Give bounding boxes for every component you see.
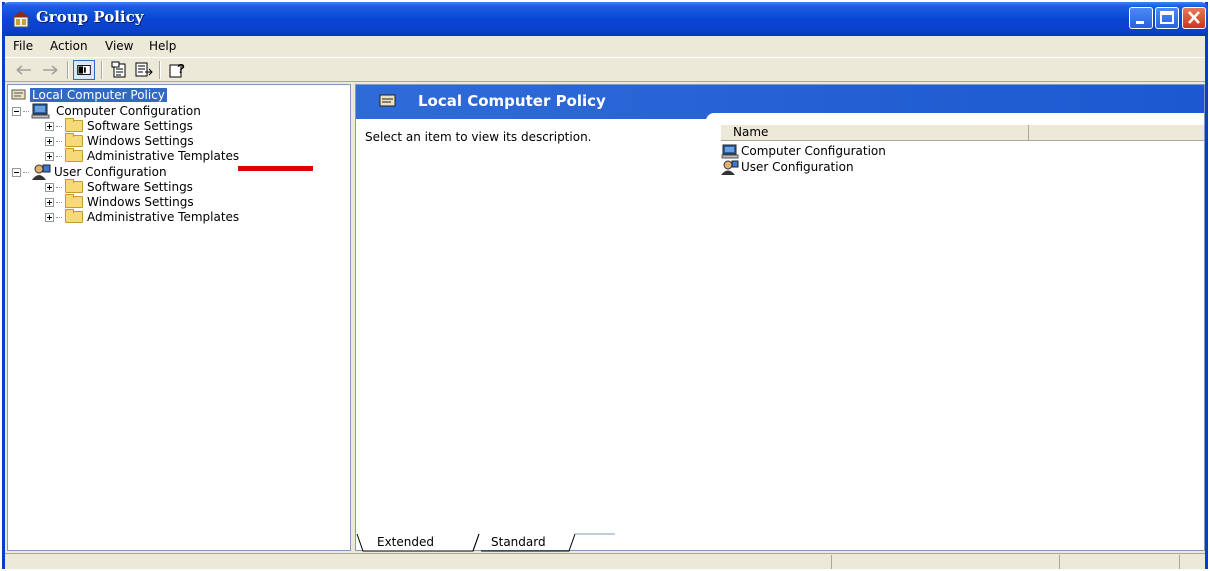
minimize-icon [1136, 21, 1144, 24]
minimize-button[interactable] [1129, 7, 1153, 29]
maximize-button[interactable] [1155, 7, 1179, 29]
status-segment [1059, 555, 1179, 569]
window-title: Group Policy [36, 8, 144, 26]
expand-toggle[interactable] [45, 121, 54, 131]
tree-item-windows-settings[interactable]: Windows Settings [45, 194, 194, 210]
tree-label-windows-settings: Windows Settings [87, 134, 194, 148]
folder-icon [65, 148, 83, 162]
tree-label-computer-configuration: Computer Configuration [56, 104, 201, 118]
list-item-label: User Configuration [741, 160, 854, 174]
tree-root-label: Local Computer Policy [30, 88, 167, 102]
expand-toggle[interactable] [45, 182, 54, 192]
list-item-label: Computer Configuration [741, 144, 886, 158]
tree-label-administrative-templates: Administrative Templates [87, 149, 240, 163]
column-header-name[interactable]: Name [721, 125, 1029, 141]
expand-toggle[interactable] [45, 197, 54, 207]
folder-icon [65, 179, 83, 193]
maximize-icon [1160, 11, 1174, 24]
tab-extended[interactable]: Extended [377, 533, 434, 552]
toolbar-separator [159, 61, 161, 79]
help-icon[interactable]: ? [167, 60, 189, 80]
policy-scroll-icon [11, 89, 26, 100]
back-arrow-icon[interactable] [13, 60, 35, 80]
computer-icon [31, 103, 50, 119]
toolbar-separator [67, 61, 69, 79]
title-bar[interactable]: Group Policy [2, 2, 1208, 36]
status-bar [5, 553, 1205, 569]
list-column-header: Name [721, 125, 1204, 141]
toolbar: ? [5, 57, 1205, 82]
tree-item-software-settings[interactable]: Software Settings [45, 118, 193, 134]
list-item-computer-configuration[interactable]: Computer Configuration [721, 143, 886, 159]
expand-toggle[interactable] [45, 136, 54, 146]
tree-item-administrative-templates[interactable]: Administrative Templates [45, 209, 239, 225]
tree-item-user-configuration[interactable]: User Configuration [12, 164, 167, 180]
folder-icon [65, 133, 83, 147]
tree-label-user-configuration: User Configuration [54, 165, 167, 179]
folder-icon [65, 118, 83, 132]
status-segment [1179, 555, 1205, 569]
close-button[interactable] [1182, 7, 1206, 29]
collapse-toggle[interactable] [12, 106, 21, 116]
folder-icon [65, 194, 83, 208]
menu-file[interactable]: File [13, 39, 33, 53]
group-policy-app-icon [13, 11, 29, 28]
annotation-red-mark [238, 166, 313, 171]
menu-action[interactable]: Action [50, 39, 88, 53]
tree-label-software-settings: Software Settings [87, 180, 193, 194]
user-icon [32, 164, 51, 180]
computer-icon [721, 144, 739, 158]
svg-text:?: ? [177, 61, 185, 76]
expand-toggle[interactable] [45, 212, 54, 222]
toolbar-separator [101, 61, 103, 79]
status-segment [831, 555, 1059, 569]
tree-item-windows-settings[interactable]: Windows Settings [45, 133, 194, 149]
column-header-blank[interactable] [1029, 125, 1204, 141]
menu-view[interactable]: View [105, 39, 133, 53]
tree-label-windows-settings: Windows Settings [87, 195, 194, 209]
menu-help[interactable]: Help [149, 39, 176, 53]
tree-label-software-settings: Software Settings [87, 119, 193, 133]
close-icon [1188, 11, 1200, 24]
tree-item-computer-configuration[interactable]: Computer Configuration [12, 103, 201, 119]
tab-standard[interactable]: Standard [491, 533, 546, 552]
forward-arrow-icon[interactable] [39, 60, 61, 80]
details-pane: Local Computer Policy Select an item to … [355, 84, 1205, 551]
properties-icon[interactable] [109, 60, 131, 80]
tree-item-administrative-templates[interactable]: Administrative Templates [45, 148, 239, 164]
tree-item-software-settings[interactable]: Software Settings [45, 179, 193, 195]
policy-scroll-icon [379, 94, 396, 107]
user-icon [721, 160, 739, 175]
collapse-toggle[interactable] [12, 167, 21, 177]
group-policy-window: Group Policy File Action View Help ? Loc… [2, 2, 1208, 569]
show-hide-tree-icon[interactable] [73, 60, 95, 80]
description-text: Select an item to view its description. [365, 130, 592, 144]
folder-icon [65, 209, 83, 223]
console-tree[interactable]: Local Computer Policy Computer Configura… [7, 84, 351, 551]
details-header-title: Local Computer Policy [418, 92, 606, 110]
tree-item-local-computer-policy[interactable]: Local Computer Policy [10, 87, 167, 103]
expand-toggle[interactable] [45, 151, 54, 161]
tree-label-administrative-templates: Administrative Templates [87, 210, 240, 224]
export-list-icon[interactable] [133, 60, 155, 80]
menu-bar: File Action View Help [5, 36, 1205, 57]
list-item-user-configuration[interactable]: User Configuration [721, 159, 854, 175]
header-notch [706, 113, 1204, 123]
